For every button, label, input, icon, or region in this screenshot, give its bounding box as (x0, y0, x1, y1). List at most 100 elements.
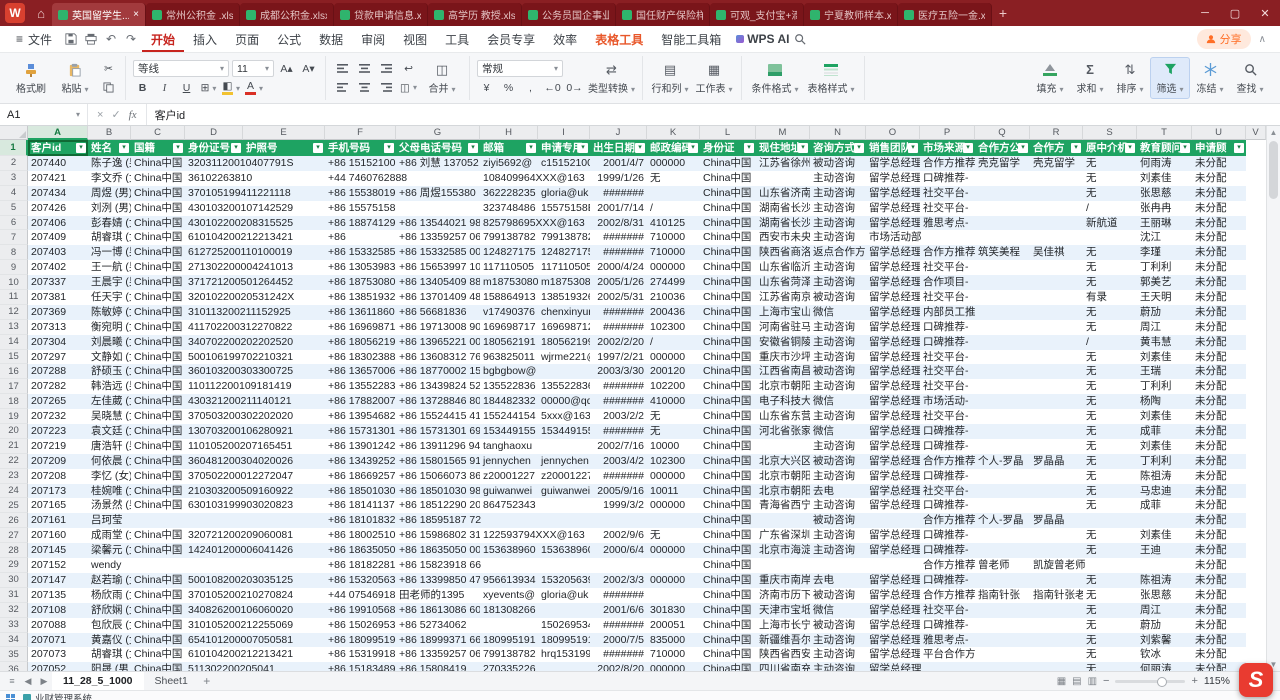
cell[interactable] (243, 305, 325, 320)
column-header-cell[interactable]: 邮政编码▾ (647, 140, 700, 156)
cell[interactable]: 韩浩远 (男 (88, 379, 131, 394)
cell[interactable]: 罗晶晶 (1030, 454, 1083, 469)
row-number[interactable]: 31 (0, 588, 28, 603)
cell[interactable]: ####### (590, 424, 647, 439)
cell[interactable]: 凯旋曾老师 (1030, 558, 1083, 573)
cell[interactable]: 630103199903020823 (185, 498, 243, 513)
column-header-cell[interactable]: 姓名▾ (88, 140, 131, 156)
cell[interactable] (810, 558, 866, 573)
cell[interactable] (975, 498, 1030, 513)
cell[interactable]: +86 19910568 (325, 603, 396, 618)
cell[interactable]: 207337 (28, 275, 88, 290)
cell[interactable]: 117110505 (538, 260, 590, 275)
page-layout-view-icon[interactable]: ▤ (1072, 676, 1081, 687)
cell[interactable] (243, 230, 325, 245)
cell[interactable]: 田老师的1395 (396, 588, 480, 603)
align-top-icon[interactable] (333, 61, 352, 77)
cell[interactable]: 指南针张老 (1030, 588, 1083, 603)
cell[interactable]: 153638960 (480, 543, 538, 558)
column-letter[interactable]: C (131, 126, 185, 140)
column-letter[interactable]: A (28, 126, 88, 140)
merge-center-button[interactable]: ◫ 合并▾ (422, 57, 462, 99)
cell[interactable]: 社交平台- (920, 484, 975, 499)
column-letter[interactable]: F (325, 126, 396, 140)
cell[interactable]: 张思慈 (1137, 186, 1192, 201)
undo-icon[interactable]: ↶ (102, 30, 120, 48)
cell[interactable]: 36102263810 (185, 171, 243, 186)
cell[interactable]: 207108 (28, 603, 88, 618)
cell[interactable] (243, 290, 325, 305)
cell[interactable]: China中国 (700, 439, 756, 454)
find-button[interactable]: 查找▾ (1230, 57, 1270, 99)
cell[interactable]: 壳克留学 (1030, 156, 1083, 171)
row-number[interactable]: 19 (0, 409, 28, 424)
cell[interactable] (243, 156, 325, 171)
cell[interactable]: 合作方推荐 (920, 558, 975, 573)
share-button[interactable]: 分享 (1197, 29, 1251, 49)
cell[interactable]: 留学总经理 (866, 543, 920, 558)
zoom-in-icon[interactable]: + (1191, 675, 1197, 687)
cell[interactable] (1030, 260, 1083, 275)
cell[interactable] (243, 275, 325, 290)
document-tab[interactable]: 贷款申请信息.xlsx (334, 3, 428, 26)
cell[interactable]: 北京市朝阳 (756, 469, 810, 484)
cell[interactable]: 湖南省长沙 (756, 201, 810, 216)
column-letter[interactable]: O (866, 126, 920, 140)
cell[interactable]: 包欣辰 (女 (88, 618, 131, 633)
cell[interactable]: 2002/9/6 (590, 528, 647, 543)
paste-button[interactable]: 粘贴▾ (55, 57, 95, 99)
cell[interactable] (243, 513, 325, 528)
next-sheet-icon[interactable]: ▶ (36, 672, 52, 690)
cell[interactable]: ####### (590, 394, 647, 409)
cell[interactable]: 北京市海淀 (756, 543, 810, 558)
cell[interactable] (1083, 230, 1137, 245)
cell[interactable]: 200436 (647, 305, 700, 320)
cell[interactable]: 无 (1083, 260, 1137, 275)
cell[interactable]: 胡睿琪 (女 (88, 647, 131, 662)
cell[interactable] (1030, 573, 1083, 588)
cell[interactable]: 274499 (647, 275, 700, 290)
cell[interactable]: 口碑推荐- (920, 335, 975, 350)
sheet-tab[interactable]: Sheet1 (144, 672, 199, 690)
cell[interactable]: 留学总经理 (866, 394, 920, 409)
cell[interactable]: +86 56681836 (396, 305, 480, 320)
cell[interactable]: 刘紫馨 (1137, 633, 1192, 648)
cell[interactable] (866, 558, 920, 573)
cell[interactable]: China中国 (700, 335, 756, 350)
cell[interactable]: 430321200211140121 (185, 394, 243, 409)
cell[interactable]: 王丽琳 (1137, 216, 1192, 231)
cell[interactable]: 吕珂莹 (88, 513, 131, 528)
cell[interactable]: 未分配 (1192, 186, 1246, 201)
cell[interactable] (1030, 290, 1083, 305)
cell[interactable]: 2002/8/20 (590, 662, 647, 671)
insert-function-icon[interactable]: fx (129, 109, 137, 121)
cell[interactable]: China中国 (131, 186, 185, 201)
cell[interactable]: 丁利利 (1137, 260, 1192, 275)
cell[interactable]: 301830 (647, 603, 700, 618)
cell[interactable] (1030, 618, 1083, 633)
cell[interactable]: 黄嘉仪 (女 (88, 633, 131, 648)
menu-tab-智能工具箱[interactable]: 智能工具箱 (652, 27, 730, 52)
cell[interactable]: 口碑推荐- (920, 573, 975, 588)
cell[interactable] (1030, 186, 1083, 201)
cell[interactable]: 142401200006041426 (185, 543, 243, 558)
cell[interactable] (1030, 364, 1083, 379)
cell[interactable]: ####### (590, 320, 647, 335)
page-break-view-icon[interactable]: ▥ (1088, 676, 1097, 687)
cell[interactable]: 吴佳祺 (1030, 245, 1083, 260)
cell[interactable]: 无 (1083, 156, 1137, 171)
cell[interactable]: 124827175 (480, 245, 538, 260)
cell[interactable]: China中国 (700, 618, 756, 633)
cell[interactable] (185, 558, 243, 573)
cell[interactable]: 主动咨询 (810, 498, 866, 513)
cell[interactable]: China中国 (131, 409, 185, 424)
cell[interactable]: +86 13399850 47 (396, 573, 480, 588)
cell[interactable] (538, 171, 590, 186)
cell[interactable]: 梁馨元 (女 (88, 543, 131, 558)
cell[interactable]: +86 18099519 (325, 633, 396, 648)
cell[interactable]: China中国 (131, 573, 185, 588)
cell[interactable] (647, 513, 700, 528)
filter-dropdown-icon[interactable]: ▾ (635, 143, 645, 153)
cell[interactable]: 留学总经理 (866, 156, 920, 171)
cell[interactable]: 内部员工推 (920, 305, 975, 320)
